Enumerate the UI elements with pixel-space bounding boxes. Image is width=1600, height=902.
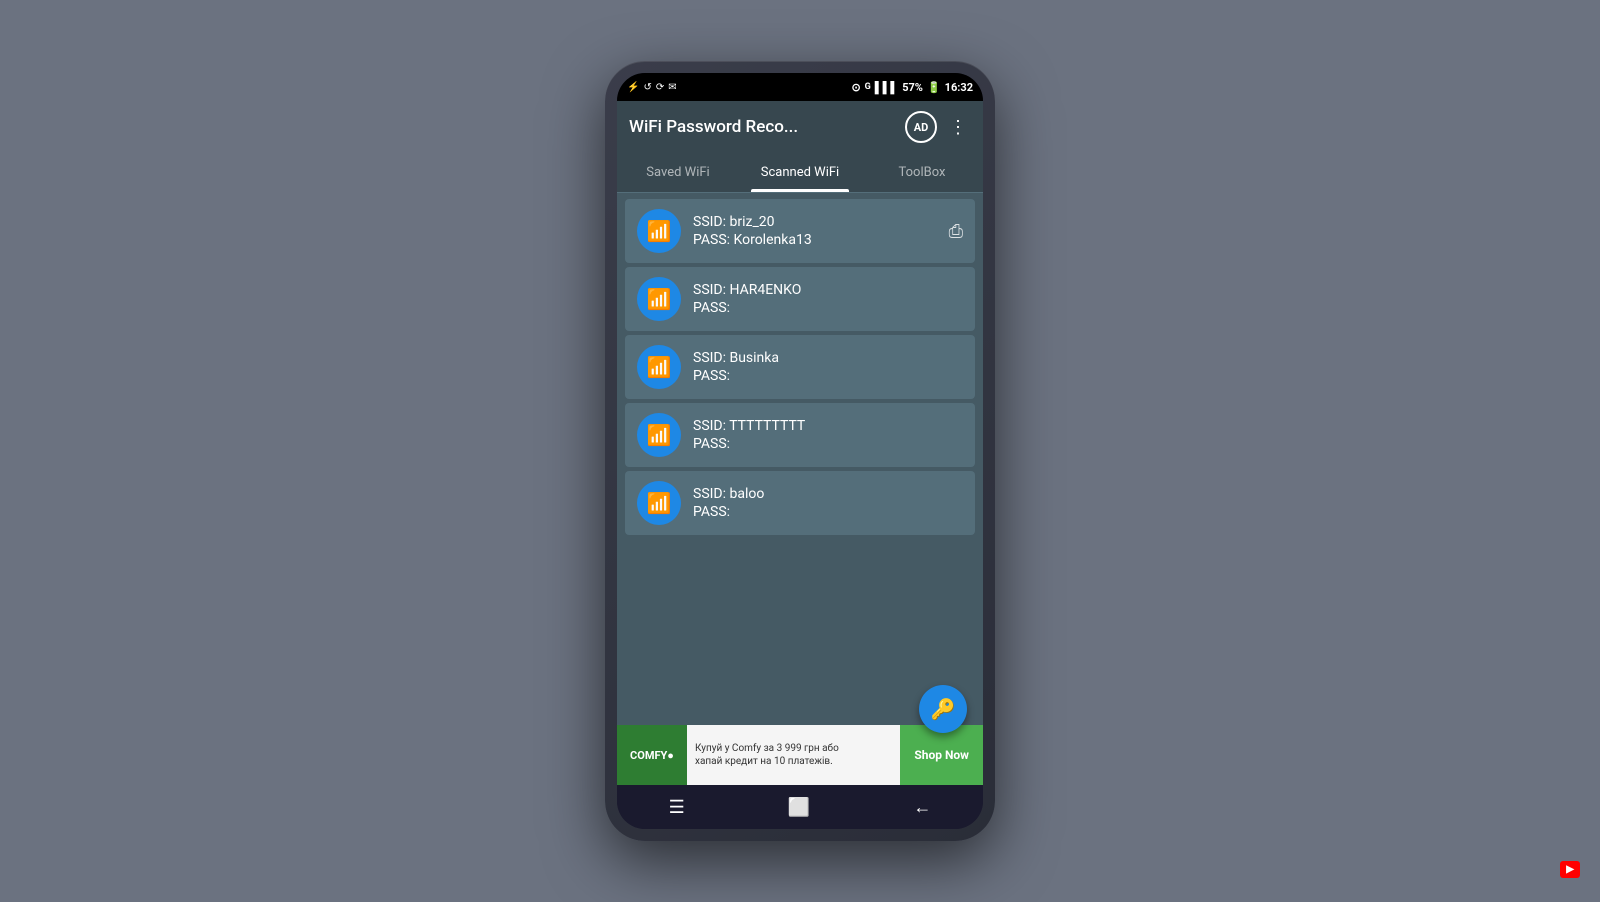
wifi-signal-1: 📶 xyxy=(647,287,672,311)
ad-image: COMFY● xyxy=(617,725,687,785)
nav-bar: ☰ ⬜ ← xyxy=(617,785,983,829)
wifi-ssid-1: SSID: HAR4ENKO xyxy=(693,282,963,298)
wifi-icon-4: 📶 xyxy=(637,481,681,525)
wifi-icon-2: 📶 xyxy=(637,345,681,389)
wifi-pass-3: PASS: xyxy=(693,436,963,452)
more-options-icon[interactable]: ⋮ xyxy=(945,113,971,142)
nav-back-button[interactable]: ← xyxy=(905,789,939,826)
wifi-ssid-3: SSID: TTTTTTTTT xyxy=(693,418,963,434)
wifi-status-icon: ⊙ xyxy=(851,81,860,94)
battery-icon: 🔋 xyxy=(927,81,941,94)
wifi-item-1[interactable]: 📶 SSID: HAR4ENKO PASS: xyxy=(625,267,975,331)
wifi-ssid-0: SSID: briz_20 xyxy=(693,214,937,230)
ad-logo: COMFY● xyxy=(630,749,674,762)
wifi-signal-4: 📶 xyxy=(647,491,672,515)
wifi-signal-0: 📶 xyxy=(647,219,672,243)
sync-icon: ↺ xyxy=(643,82,651,93)
fab-key-button[interactable]: 🔑 xyxy=(919,685,967,733)
tab-scanned-wifi[interactable]: Scanned WiFi xyxy=(739,153,861,192)
tab-toolbox[interactable]: ToolBox xyxy=(861,153,983,192)
youtube-watermark: ▶ xyxy=(1560,861,1580,878)
ad-banner: COMFY● Купуй у Comfy за 3 999 грн або ха… xyxy=(617,725,983,785)
usb-icon: ⚡ xyxy=(627,82,639,93)
wifi-info-0: SSID: briz_20 PASS: Korolenka13 xyxy=(693,214,937,248)
ad-badge[interactable]: AD xyxy=(905,111,937,143)
wifi-info-1: SSID: HAR4ENKO PASS: xyxy=(693,282,963,316)
key-icon: 🔑 xyxy=(931,697,956,721)
wifi-icon-1: 📶 xyxy=(637,277,681,321)
wifi-info-3: SSID: TTTTTTTTT PASS: xyxy=(693,418,963,452)
ad-text-line1: Купуй у Comfy за 3 999 грн або xyxy=(695,742,892,755)
message-icon: ✉ xyxy=(668,82,676,93)
status-bar: ⚡ ↺ ⟳ ✉ ⊙ G ▌▌▌ 57% 🔋 16:32 xyxy=(617,73,983,101)
wifi-ssid-2: SSID: Businka xyxy=(693,350,963,366)
wifi-pass-1: PASS: xyxy=(693,300,963,316)
ad-shop-button[interactable]: Shop Now xyxy=(900,725,983,785)
wifi-item-3[interactable]: 📶 SSID: TTTTTTTTT PASS: xyxy=(625,403,975,467)
wifi-item-4[interactable]: 📶 SSID: baloo PASS: xyxy=(625,471,975,535)
phone-screen: ⚡ ↺ ⟳ ✉ ⊙ G ▌▌▌ 57% 🔋 16:32 WiFi Passwor… xyxy=(617,73,983,829)
wifi-icon-0: 📶 xyxy=(637,209,681,253)
battery-label: 57% xyxy=(902,81,923,94)
wifi-list: 📶 SSID: briz_20 PASS: Korolenka13 ⎙ 📶 SS… xyxy=(617,193,983,725)
wifi-item-2[interactable]: 📶 SSID: Businka PASS: xyxy=(625,335,975,399)
status-left: ⚡ ↺ ⟳ ✉ xyxy=(627,82,677,93)
app-bar: WiFi Password Reco... AD ⋮ xyxy=(617,101,983,153)
wifi-signal-2: 📶 xyxy=(647,355,672,379)
nav-menu-button[interactable]: ☰ xyxy=(661,789,693,826)
ad-label: AD xyxy=(914,121,929,134)
wifi-icon-3: 📶 xyxy=(637,413,681,457)
wifi-info-4: SSID: baloo PASS: xyxy=(693,486,963,520)
nav-home-button[interactable]: ⬜ xyxy=(780,789,818,826)
wifi-info-2: SSID: Businka PASS: xyxy=(693,350,963,384)
wifi-pass-0: PASS: Korolenka13 xyxy=(693,232,937,248)
wifi-pass-2: PASS: xyxy=(693,368,963,384)
wifi-ssid-4: SSID: baloo xyxy=(693,486,963,502)
wifi-signal-3: 📶 xyxy=(647,423,672,447)
tab-saved-wifi[interactable]: Saved WiFi xyxy=(617,153,739,192)
wifi-item-0[interactable]: 📶 SSID: briz_20 PASS: Korolenka13 ⎙ xyxy=(625,199,975,263)
wifi-pass-4: PASS: xyxy=(693,504,963,520)
phone-frame: ⚡ ↺ ⟳ ✉ ⊙ G ▌▌▌ 57% 🔋 16:32 WiFi Passwor… xyxy=(605,61,995,841)
ad-text-area: Купуй у Comfy за 3 999 грн або хапай кре… xyxy=(687,738,900,772)
app-title: WiFi Password Reco... xyxy=(629,117,897,137)
ad-text-line2: хапай кредит на 10 платежів. xyxy=(695,755,892,768)
time-label: 16:32 xyxy=(945,81,973,94)
share-icon-0[interactable]: ⎙ xyxy=(949,221,963,242)
status-right: ⊙ G ▌▌▌ 57% 🔋 16:32 xyxy=(851,81,973,94)
content-area: 📶 SSID: briz_20 PASS: Korolenka13 ⎙ 📶 SS… xyxy=(617,193,983,785)
signal-g-icon: G xyxy=(865,82,871,92)
tabs-bar: Saved WiFi Scanned WiFi ToolBox xyxy=(617,153,983,193)
refresh-icon: ⟳ xyxy=(656,82,664,93)
signal-bars-icon: ▌▌▌ xyxy=(875,81,898,94)
